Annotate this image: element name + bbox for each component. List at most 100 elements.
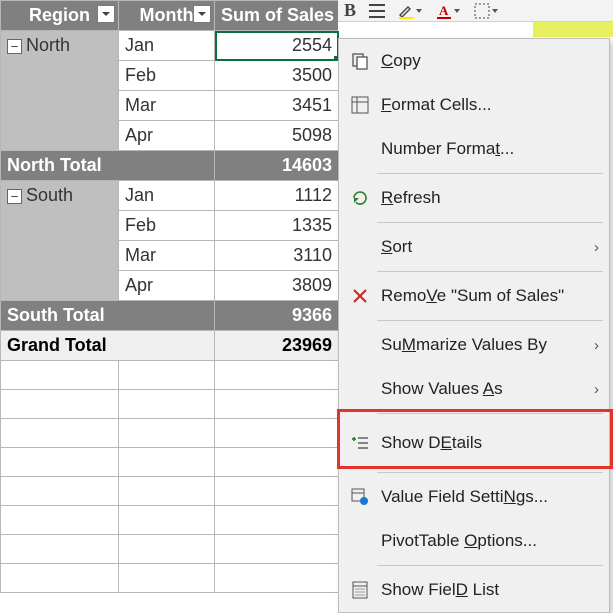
empty-cell[interactable] [119, 477, 215, 506]
empty-cell[interactable] [1, 361, 119, 390]
collapse-icon[interactable]: − [7, 39, 22, 54]
table-cell[interactable]: Feb [119, 61, 215, 91]
table-cell[interactable]: 1112 [215, 181, 339, 211]
empty-cell[interactable] [215, 390, 339, 419]
menu-separator [377, 565, 603, 566]
empty-cell[interactable] [215, 448, 339, 477]
header-region-label: Region [29, 5, 90, 25]
collapse-icon[interactable]: − [7, 189, 22, 204]
header-sales[interactable]: Sum of Sales [215, 1, 339, 31]
submenu-arrow-icon: › [581, 337, 599, 354]
menu-format-cells[interactable]: Format Cells... [339, 83, 609, 127]
empty-cell[interactable] [1, 535, 119, 564]
empty-cell[interactable] [215, 535, 339, 564]
table-cell[interactable]: 3809 [215, 271, 339, 301]
empty-cell[interactable] [119, 361, 215, 390]
copy-icon [339, 52, 381, 70]
table-cell-selected[interactable]: 2554 [215, 31, 339, 61]
menu-separator [377, 413, 603, 414]
empty-cell[interactable] [1, 448, 119, 477]
menu-separator [377, 271, 603, 272]
menu-sort[interactable]: Sort › [339, 225, 609, 269]
menu-label: Copy [381, 51, 581, 71]
empty-cell[interactable] [215, 506, 339, 535]
submenu-arrow-icon: › [581, 381, 599, 398]
empty-cell[interactable] [1, 477, 119, 506]
table-cell[interactable]: Mar [119, 241, 215, 271]
menu-separator [377, 222, 603, 223]
grand-total-value[interactable]: 23969 [215, 331, 339, 361]
menu-value-field-settings[interactable]: Value Field SettiNgs... [339, 475, 609, 519]
menu-show-field-list[interactable]: Show FielD List [339, 568, 609, 612]
empty-cell[interactable] [1, 506, 119, 535]
menu-show-details[interactable]: Show DEtails [339, 416, 609, 470]
empty-cell[interactable] [119, 419, 215, 448]
empty-cell[interactable] [1, 564, 119, 593]
table-cell[interactable]: 5098 [215, 121, 339, 151]
table-cell[interactable]: Mar [119, 91, 215, 121]
menu-separator [377, 320, 603, 321]
empty-cell[interactable] [215, 361, 339, 390]
table-cell[interactable]: Jan [119, 181, 215, 211]
pivot-table: Region Month Sum of Sales −North Jan 255… [0, 0, 339, 593]
cell-value: 2554 [292, 35, 332, 55]
empty-cell[interactable] [119, 506, 215, 535]
border-icon[interactable] [369, 4, 385, 18]
chevron-down-icon [197, 9, 207, 19]
borders-button[interactable] [474, 3, 499, 19]
header-region[interactable]: Region [1, 1, 119, 31]
table-cell[interactable]: 3110 [215, 241, 339, 271]
table-cell[interactable]: Apr [119, 271, 215, 301]
svg-text:A: A [439, 3, 449, 18]
show-details-icon [339, 434, 381, 452]
empty-cell[interactable] [1, 390, 119, 419]
table-cell[interactable]: 1335 [215, 211, 339, 241]
header-month[interactable]: Month [119, 1, 215, 31]
region-south-label: South [26, 185, 73, 205]
header-sales-label: Sum of Sales [221, 5, 334, 25]
menu-refresh[interactable]: Refresh [339, 176, 609, 220]
empty-cell[interactable] [119, 390, 215, 419]
accent-cell [533, 22, 613, 37]
table-cell[interactable]: Apr [119, 121, 215, 151]
menu-number-format[interactable]: Number Format... [339, 127, 609, 171]
subtotal-value[interactable]: 9366 [215, 301, 339, 331]
region-north[interactable]: −North [1, 31, 119, 151]
highlight-color-button[interactable] [398, 3, 423, 19]
filter-dropdown-region[interactable] [97, 5, 115, 23]
field-list-icon [339, 581, 381, 599]
empty-cell[interactable] [119, 535, 215, 564]
empty-cell[interactable] [119, 564, 215, 593]
grand-total-row: Grand Total 23969 [1, 331, 339, 361]
menu-separator [377, 173, 603, 174]
table-cell[interactable]: Feb [119, 211, 215, 241]
grand-total-label[interactable]: Grand Total [1, 331, 215, 361]
remove-icon [339, 288, 381, 304]
menu-summarize-values-by[interactable]: SuMmarize Values By › [339, 323, 609, 367]
empty-cell[interactable] [1, 419, 119, 448]
subtotal-label[interactable]: South Total [1, 301, 215, 331]
empty-cell[interactable] [215, 564, 339, 593]
bold-button[interactable]: B [344, 0, 356, 21]
empty-cell[interactable] [215, 419, 339, 448]
menu-copy[interactable]: Copy [339, 39, 609, 83]
empty-cell[interactable] [215, 477, 339, 506]
field-settings-icon [339, 488, 381, 506]
menu-label: Number Format... [381, 139, 581, 159]
menu-separator [377, 472, 603, 473]
table-cell[interactable]: Jan [119, 31, 215, 61]
menu-show-values-as[interactable]: Show Values As › [339, 367, 609, 411]
empty-cell[interactable] [119, 448, 215, 477]
font-color-button[interactable]: A [436, 3, 461, 19]
filter-dropdown-month[interactable] [193, 5, 211, 23]
table-cell[interactable]: 3451 [215, 91, 339, 121]
subtotal-value[interactable]: 14603 [215, 151, 339, 181]
chevron-down-icon [101, 9, 111, 19]
menu-pivottable-options[interactable]: PivotTable Options... [339, 519, 609, 563]
table-cell[interactable]: 3500 [215, 61, 339, 91]
region-south[interactable]: −South [1, 181, 119, 301]
subtotal-label[interactable]: North Total [1, 151, 215, 181]
menu-remove[interactable]: RemoVe "Sum of Sales" [339, 274, 609, 318]
menu-label: Refresh [381, 188, 581, 208]
menu-label: Sort [381, 237, 581, 257]
